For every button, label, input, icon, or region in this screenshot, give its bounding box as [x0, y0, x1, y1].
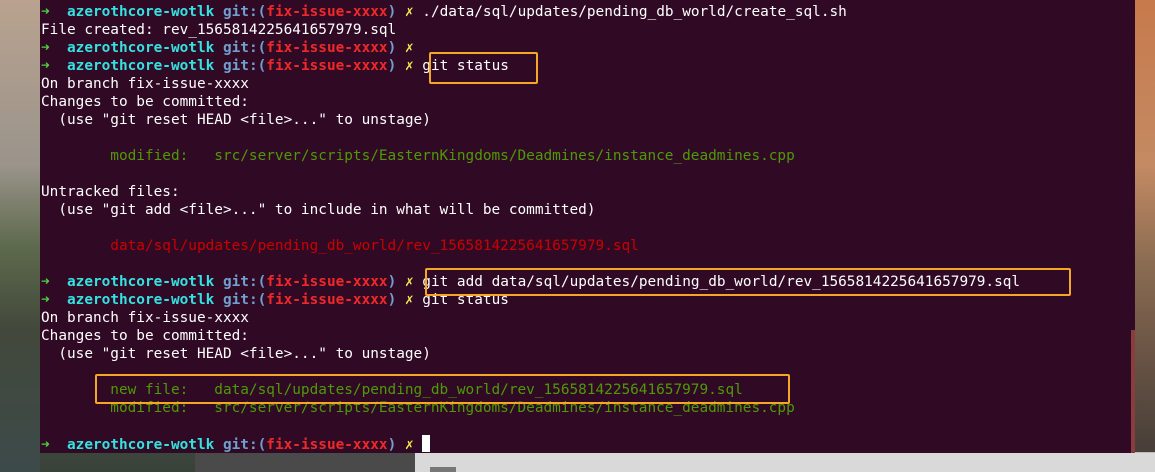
prompt-directory: azerothcore-wotlk — [67, 58, 215, 74]
terminal-line: (use "git reset HEAD <file>..." to unsta… — [41, 345, 1020, 363]
output-text: (use "git reset HEAD <file>..." to unsta… — [41, 346, 431, 362]
terminal-cursor[interactable] — [422, 435, 431, 452]
prompt-branch: fix-issue-xxxx — [266, 437, 388, 453]
prompt-branch: fix-issue-xxxx — [266, 40, 388, 56]
highlight-new-file — [95, 374, 790, 404]
desktop: ➜ azerothcore-wotlk git:(fix-issue-xxxx)… — [0, 0, 1155, 472]
prompt-git-close: ) — [387, 58, 397, 74]
prompt-arrow: ➜ — [41, 437, 50, 453]
prompt-directory: azerothcore-wotlk — [67, 40, 215, 56]
terminal-line: modified: src/server/scripts/EasternKing… — [41, 147, 1020, 165]
wallpaper-left — [0, 0, 40, 472]
terminal-line: (use "git reset HEAD <file>..." to unsta… — [41, 111, 1020, 129]
terminal-line: Changes to be committed: — [41, 327, 1020, 345]
output-text: File created: rev_1565814225641657979.sq… — [41, 22, 397, 38]
terminal-line: On branch fix-issue-xxxx — [41, 309, 1020, 327]
prompt-git-close: ) — [387, 274, 397, 290]
prompt-git-close: ) — [387, 292, 397, 308]
output-text: Changes to be committed: — [41, 328, 249, 344]
staged-file-text: modified: src/server/scripts/EasternKing… — [41, 148, 795, 164]
prompt-git-label: git:( — [222, 274, 267, 290]
prompt-arrow: ➜ — [41, 58, 50, 74]
terminal-line: data/sql/updates/pending_db_world/rev_15… — [41, 237, 1020, 255]
output-text: Changes to be committed: — [41, 94, 249, 110]
output-text: Untracked files: — [41, 184, 180, 200]
prompt-git-close: ) — [387, 4, 397, 20]
output-text: On branch fix-issue-xxxx — [41, 76, 249, 92]
prompt-dirty-mark: ✗ — [404, 58, 414, 74]
output-text: (use "git reset HEAD <file>..." to unsta… — [41, 112, 431, 128]
prompt-branch: fix-issue-xxxx — [266, 274, 388, 290]
terminal-scrollbar[interactable] — [1131, 330, 1135, 453]
command-text: ./data/sql/updates/pending_db_world/crea… — [422, 4, 847, 20]
output-text: (use "git add <file>..." to include in w… — [41, 202, 596, 218]
prompt-git-close: ) — [387, 437, 397, 453]
terminal-line: Untracked files: — [41, 183, 1020, 201]
prompt-dirty-mark: ✗ — [404, 292, 414, 308]
terminal-line: (use "git add <file>..." to include in w… — [41, 201, 1020, 219]
prompt-dirty-mark: ✗ — [404, 40, 414, 56]
prompt-git-label: git:( — [222, 58, 267, 74]
prompt-arrow: ➜ — [41, 40, 50, 56]
prompt-dirty-mark: ✗ — [404, 4, 414, 20]
prompt-directory: azerothcore-wotlk — [67, 437, 215, 453]
background-window-dark — [195, 453, 415, 472]
background-window-strip — [195, 452, 1155, 472]
terminal-line: File created: rev_1565814225641657979.sq… — [41, 21, 1020, 39]
prompt-arrow: ➜ — [41, 4, 50, 20]
prompt-arrow: ➜ — [41, 292, 50, 308]
prompt-git-label: git:( — [222, 437, 267, 453]
prompt-branch: fix-issue-xxxx — [266, 4, 388, 20]
highlight-git-add — [425, 268, 1071, 296]
prompt-git-label: git:( — [222, 40, 267, 56]
highlight-git-status — [429, 52, 538, 84]
prompt-directory: azerothcore-wotlk — [67, 274, 215, 290]
prompt-arrow: ➜ — [41, 274, 50, 290]
terminal-line: ➜ azerothcore-wotlk git:(fix-issue-xxxx)… — [41, 435, 1020, 453]
prompt-directory: azerothcore-wotlk — [67, 292, 215, 308]
terminal-window[interactable]: ➜ azerothcore-wotlk git:(fix-issue-xxxx)… — [40, 0, 1135, 453]
prompt-git-label: git:( — [222, 292, 267, 308]
prompt-branch: fix-issue-xxxx — [266, 58, 388, 74]
output-text: On branch fix-issue-xxxx — [41, 310, 249, 326]
prompt-git-close: ) — [387, 40, 397, 56]
prompt-git-label: git:( — [222, 4, 267, 20]
prompt-directory: azerothcore-wotlk — [67, 4, 215, 20]
terminal-line: ➜ azerothcore-wotlk git:(fix-issue-xxxx)… — [41, 3, 1020, 21]
prompt-dirty-mark: ✗ — [404, 274, 414, 290]
background-window-tab — [430, 467, 456, 472]
prompt-dirty-mark: ✗ — [404, 437, 414, 453]
untracked-file-text: data/sql/updates/pending_db_world/rev_15… — [41, 238, 639, 254]
prompt-branch: fix-issue-xxxx — [266, 292, 388, 308]
terminal-line: Changes to be committed: — [41, 93, 1020, 111]
